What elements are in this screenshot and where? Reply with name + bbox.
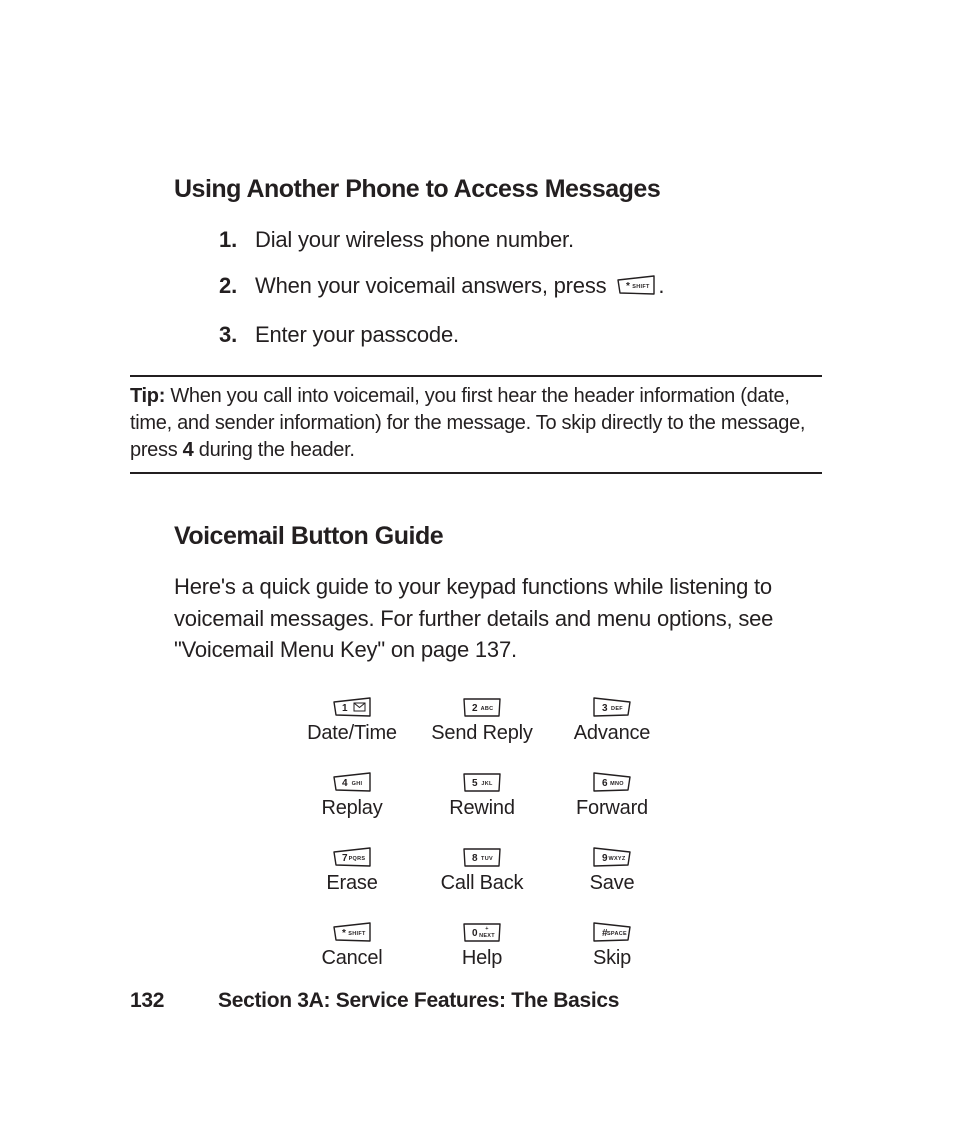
keypad-label: Erase <box>287 872 417 895</box>
keypad-cell: 6MNO Forward <box>547 771 677 820</box>
keypad-label: Send Reply <box>417 722 547 745</box>
step-text: Dial your wireless phone number. <box>255 224 814 256</box>
keypad-cell: 3DEF Advance <box>547 696 677 745</box>
svg-text:3: 3 <box>602 703 608 714</box>
heading-access-messages: Using Another Phone to Access Messages <box>174 175 790 204</box>
svg-text:*: * <box>342 928 346 939</box>
keypad-label: Call Back <box>417 872 547 895</box>
tip-label: Tip: <box>130 385 165 407</box>
keypad-label: Skip <box>547 947 677 970</box>
svg-text:+: + <box>485 926 489 932</box>
step-text-after: . <box>658 273 664 298</box>
keypad-cell: 4 GHI Replay <box>287 771 417 820</box>
keypad-grid: 1 Date/Time 2ABC Send Reply 3DEF Advance… <box>150 696 814 970</box>
svg-text:SHIFT: SHIFT <box>348 931 366 937</box>
keypad-cell: 9WXYZ Save <box>547 846 677 895</box>
svg-text:GHI: GHI <box>352 781 363 787</box>
svg-text:6: 6 <box>602 778 608 789</box>
step-text: When your voicemail answers, press *SHIF… <box>255 270 814 305</box>
phone-key-2-icon: 2ABC <box>417 696 547 718</box>
svg-text:JKL: JKL <box>481 781 493 787</box>
page: Using Another Phone to Access Messages 1… <box>0 0 954 1145</box>
svg-text:7: 7 <box>342 853 348 864</box>
step-item: 3. Enter your passcode. <box>205 319 814 351</box>
svg-text:TUV: TUV <box>481 856 493 862</box>
steps-list: 1. Dial your wireless phone number. 2. When… <box>205 224 814 351</box>
keypad-cell: #SPACE Skip <box>547 921 677 970</box>
svg-text:2: 2 <box>472 703 478 714</box>
step-item: 1. Dial your wireless phone number. <box>205 224 814 256</box>
step-number: 3. <box>205 319 237 351</box>
svg-text:DEF: DEF <box>611 706 623 712</box>
step-text: Enter your passcode. <box>255 319 814 351</box>
svg-text:8: 8 <box>472 853 478 864</box>
heading-button-guide: Voicemail Button Guide <box>174 522 790 551</box>
svg-text:1: 1 <box>342 703 348 714</box>
svg-text:NEXT: NEXT <box>479 933 495 939</box>
phone-key-hash-icon: #SPACE <box>547 921 677 943</box>
svg-text:0: 0 <box>472 928 478 939</box>
step-number: 2. <box>205 270 237 302</box>
keypad-label: Forward <box>547 797 677 820</box>
keypad-cell: 0 +NEXT Help <box>417 921 547 970</box>
keypad-cell: *SHIFT Cancel <box>287 921 417 970</box>
page-number: 132 <box>130 989 218 1013</box>
star-shift-key-icon: *SHIFT <box>616 273 656 305</box>
phone-key-4-icon: 4 GHI <box>287 771 417 793</box>
tip-box: Tip: When you call into voicemail, you f… <box>130 375 822 474</box>
keypad-cell: 8TUV Call Back <box>417 846 547 895</box>
svg-text:SHIFT: SHIFT <box>633 284 651 290</box>
keypad-label: Replay <box>287 797 417 820</box>
svg-text:4: 4 <box>342 778 348 789</box>
keypad-label: Date/Time <box>287 722 417 745</box>
svg-text:*: * <box>626 281 630 292</box>
page-footer: 132Section 3A: Service Features: The Bas… <box>130 989 814 1013</box>
keypad-label: Cancel <box>287 947 417 970</box>
guide-intro-text: Here's a quick guide to your keypad func… <box>174 571 814 667</box>
step-text-before: When your voicemail answers, press <box>255 273 612 298</box>
keypad-label: Advance <box>547 722 677 745</box>
svg-text:SPACE: SPACE <box>607 931 627 937</box>
keypad-label: Rewind <box>417 797 547 820</box>
keypad-cell: 7PQRS Erase <box>287 846 417 895</box>
step-item: 2. When your voicemail answers, press *SH… <box>205 270 814 305</box>
svg-text:WXYZ: WXYZ <box>608 856 625 862</box>
phone-key-star-icon: *SHIFT <box>287 921 417 943</box>
svg-text:5: 5 <box>472 778 478 789</box>
phone-key-5-icon: 5JKL <box>417 771 547 793</box>
keypad-cell: 1 Date/Time <box>287 696 417 745</box>
section-title: Section 3A: Service Features: The Basics <box>218 989 619 1012</box>
svg-text:MNO: MNO <box>610 781 624 787</box>
phone-key-8-icon: 8TUV <box>417 846 547 868</box>
phone-key-9-icon: 9WXYZ <box>547 846 677 868</box>
svg-text:9: 9 <box>602 853 608 864</box>
phone-key-3-icon: 3DEF <box>547 696 677 718</box>
svg-text:PQRS: PQRS <box>349 856 366 862</box>
keypad-cell: 5JKL Rewind <box>417 771 547 820</box>
phone-key-7-icon: 7PQRS <box>287 846 417 868</box>
phone-key-0-icon: 0 +NEXT <box>417 921 547 943</box>
keypad-cell: 2ABC Send Reply <box>417 696 547 745</box>
tip-text-b: during the header. <box>194 439 355 461</box>
svg-text:ABC: ABC <box>481 706 494 712</box>
phone-key-6-icon: 6MNO <box>547 771 677 793</box>
tip-bold-key: 4 <box>183 439 194 461</box>
phone-key-1-icon: 1 <box>287 696 417 718</box>
keypad-label: Save <box>547 872 677 895</box>
step-number: 1. <box>205 224 237 256</box>
keypad-label: Help <box>417 947 547 970</box>
